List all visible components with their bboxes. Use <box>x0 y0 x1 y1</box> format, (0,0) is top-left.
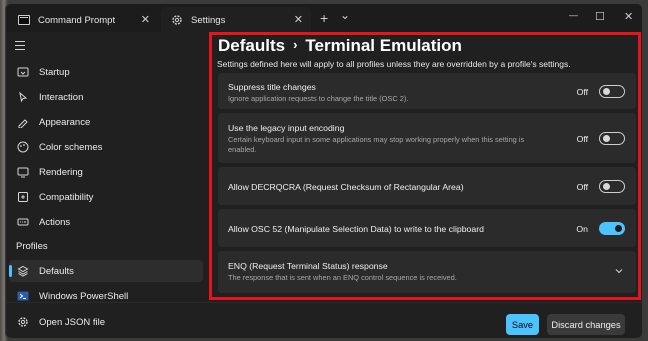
close-window-button[interactable]: ✕ <box>624 10 633 23</box>
open-json-file-link[interactable]: Open JSON file <box>9 316 105 328</box>
actions-icon <box>17 216 29 228</box>
maximize-button[interactable]: ☐ <box>595 10 605 23</box>
tab-command-prompt[interactable]: Command Prompt ✕ <box>8 7 158 33</box>
color-schemes-icon <box>17 141 29 153</box>
sidebar-item-color-schemes[interactable]: Color schemes <box>9 136 203 158</box>
appearance-icon <box>17 116 29 128</box>
gear-icon <box>17 316 29 328</box>
tab-label: Command Prompt <box>38 14 116 26</box>
sidebar-item-appearance[interactable]: Appearance <box>9 111 203 133</box>
sidebar-item-defaults[interactable]: Defaults <box>9 260 203 282</box>
rendering-icon <box>17 166 29 178</box>
compatibility-icon <box>17 191 29 203</box>
sidebar-item-startup[interactable]: Startup <box>9 61 203 83</box>
sidebar-item-label: Windows PowerShell <box>39 290 129 302</box>
sidebar-item-compatibility[interactable]: Compatibility <box>9 186 203 208</box>
settings-content: Defaults › Terminal Emulation Settings def… <box>209 32 641 300</box>
open-json-label: Open JSON file <box>39 316 105 328</box>
powershell-icon <box>17 290 29 302</box>
title-bar: Command Prompt ✕ Settings ✕ + ⌄ — ☐ ✕ <box>6 4 642 33</box>
layers-icon <box>17 265 29 277</box>
discard-changes-button[interactable]: Discard changes <box>547 314 625 335</box>
interaction-icon <box>17 91 29 103</box>
sidebar-item-label: Startup <box>39 66 70 78</box>
tab-settings[interactable]: Settings ✕ <box>161 7 311 33</box>
new-tab-button[interactable]: + <box>320 10 328 26</box>
hamburger-menu-icon[interactable] <box>15 41 25 53</box>
close-tab-icon[interactable]: ✕ <box>294 13 303 26</box>
sidebar-item-label: Interaction <box>39 91 84 103</box>
sidebar: Startup Interaction Appearance Color sch… <box>6 32 206 338</box>
minimize-button[interactable]: — <box>569 10 578 20</box>
startup-icon <box>17 66 29 78</box>
footer-bar: Open JSON file Save Discard changes <box>6 302 642 338</box>
dropdown-icon[interactable]: ⌄ <box>340 8 350 22</box>
sidebar-item-label: Appearance <box>39 116 91 128</box>
sidebar-item-label: Rendering <box>39 166 83 178</box>
sidebar-item-interaction[interactable]: Interaction <box>9 86 203 108</box>
sidebar-item-rendering[interactable]: Rendering <box>9 161 203 183</box>
close-tab-icon[interactable]: ✕ <box>141 13 150 26</box>
sidebar-item-label: Color schemes <box>39 141 103 153</box>
tab-label: Settings <box>191 14 226 26</box>
profiles-header: Profiles <box>16 241 48 252</box>
sidebar-item-actions[interactable]: Actions <box>9 211 203 233</box>
command-prompt-icon <box>18 14 30 26</box>
sidebar-item-label: Actions <box>39 216 71 228</box>
sidebar-item-label: Compatibility <box>39 191 94 203</box>
highlight-frame <box>209 32 641 300</box>
sidebar-item-label: Defaults <box>39 265 74 277</box>
gear-icon <box>171 14 183 26</box>
terminal-settings-window: Command Prompt ✕ Settings ✕ + ⌄ — ☐ ✕ St… <box>5 3 643 339</box>
save-button[interactable]: Save <box>506 314 539 335</box>
